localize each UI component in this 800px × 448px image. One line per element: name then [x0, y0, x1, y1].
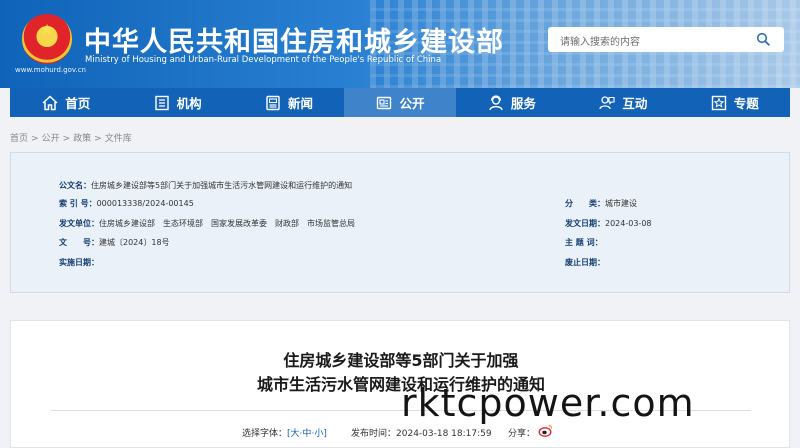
breadcrumb-disclosure[interactable]: 公开 [42, 134, 60, 144]
publish-time-value: 2024-03-18 18:17:59 [396, 429, 492, 439]
info-issuer-label: 发文单位： [59, 219, 99, 228]
info-issuer-value: 住房城乡建设部 生态环境部 国家发展改革委 财政部 市场监管总局 [99, 219, 355, 228]
national-emblem-icon[interactable]: ★ [22, 14, 72, 64]
site-title[interactable]: 中华人民共和国住房和城乡建设部 [84, 20, 504, 59]
info-row-effective: 实施日期： [59, 257, 99, 268]
breadcrumb-policy[interactable]: 政策 [73, 134, 91, 144]
nav-org-label: 机构 [176, 96, 202, 111]
info-row-date: 发文日期：2024-03-08 [565, 218, 652, 229]
info-row-index: 索 引 号：000013338/2024-00145 [59, 198, 194, 209]
breadcrumb: 首页 > 公开 > 政策 > 文件库 [10, 131, 135, 144]
publish-time-label: 发布时间： [351, 429, 397, 439]
info-title-label: 公文名： [59, 181, 91, 190]
search-input[interactable]: 请输入搜索的内容 [548, 27, 784, 52]
nav-service[interactable]: 服务 [456, 88, 567, 117]
info-index-label: 索 引 号： [59, 199, 97, 208]
disclosure-icon [377, 96, 392, 109]
nav-home[interactable]: 首页 [10, 88, 121, 117]
home-icon [42, 94, 58, 110]
service-icon [489, 94, 503, 110]
info-row-issuer: 发文单位：住房城乡建设部 生态环境部 国家发展改革委 财政部 市场监管总局 [59, 218, 355, 229]
nav-topic[interactable]: 专题 [679, 88, 790, 117]
nav-home-label: 首页 [65, 96, 91, 111]
news-icon [266, 95, 280, 110]
nav-interaction[interactable]: 互动 [567, 88, 678, 117]
watermark-text: rktcpower.com [401, 381, 695, 425]
search-placeholder: 请输入搜索的内容 [560, 37, 640, 48]
breadcrumb-separator: > [31, 134, 39, 144]
site-header: ★ www.mohurd.gov.cn 中华人民共和国住房和城乡建设部 Mini… [0, 0, 800, 88]
font-size-label: 选择字体： [242, 429, 288, 439]
org-icon [154, 95, 169, 110]
info-row-title: 公文名：住房城乡建设部等5部门关于加强城市生活污水管网建设和运行维护的通知 [59, 180, 352, 191]
info-row-repeal: 废止日期： [565, 257, 605, 268]
info-category-label: 分 类： [565, 199, 605, 208]
nav-interaction-label: 互动 [622, 96, 648, 111]
info-index-value: 000013338/2024-00145 [96, 199, 194, 208]
info-category-value: 城市建设 [605, 199, 637, 208]
breadcrumb-home[interactable]: 首页 [10, 134, 28, 144]
site-subtitle: Ministry of Housing and Urban-Rural Deve… [85, 55, 442, 65]
nav-disclosure-label: 公开 [399, 96, 425, 111]
breadcrumb-separator: > [94, 134, 102, 144]
info-date-value: 2024-03-08 [605, 219, 652, 228]
nav-disclosure[interactable]: 公开 [344, 88, 456, 117]
info-row-subject: 主 题 词： [565, 237, 603, 248]
document-info-panel: 公文名：住房城乡建设部等5部门关于加强城市生活污水管网建设和运行维护的通知 索 … [10, 152, 790, 293]
nav-org[interactable]: 机构 [121, 88, 232, 117]
info-repeal-label: 废止日期： [565, 258, 605, 267]
font-small-button[interactable]: 小 [314, 429, 323, 439]
info-title-value: 住房城乡建设部等5部门关于加强城市生活污水管网建设和运行维护的通知 [91, 181, 353, 190]
nav-news-label: 新闻 [288, 96, 314, 111]
font-large-button[interactable]: 大 [291, 429, 300, 439]
font-bracket-close: ] [323, 429, 327, 439]
info-date-label: 发文日期： [565, 219, 605, 228]
nav-service-label: 服务 [510, 96, 536, 111]
info-docno-label: 文 号： [59, 238, 99, 247]
interaction-icon [599, 95, 615, 109]
font-size-selector: 选择字体：[大·中·小] [242, 426, 327, 439]
info-row-docno: 文 号：建城〔2024〕18号 [59, 237, 170, 248]
article-title-line1: 住房城乡建设部等5部门关于加强 [283, 351, 519, 370]
nav-topic-label: 专题 [733, 96, 759, 111]
topic-icon [711, 95, 726, 110]
nav-news[interactable]: 新闻 [233, 88, 344, 117]
site-url: www.mohurd.gov.cn [15, 66, 86, 74]
main-nav: 首页 机构 新闻 公开 服务 互动 专题 [10, 88, 790, 117]
share-label: 分享： [508, 429, 536, 439]
publish-time: 发布时间：2024-03-18 18:17:59 [351, 426, 492, 439]
info-row-category: 分 类：城市建设 [565, 198, 637, 209]
info-effective-label: 实施日期： [59, 258, 99, 267]
breadcrumb-library[interactable]: 文件库 [105, 134, 132, 144]
search-icon[interactable] [756, 32, 770, 46]
weibo-share-icon[interactable] [538, 423, 553, 438]
breadcrumb-separator: > [62, 134, 71, 144]
info-subject-label: 主 题 词： [565, 238, 603, 247]
info-docno-value: 建城〔2024〕18号 [99, 238, 170, 247]
